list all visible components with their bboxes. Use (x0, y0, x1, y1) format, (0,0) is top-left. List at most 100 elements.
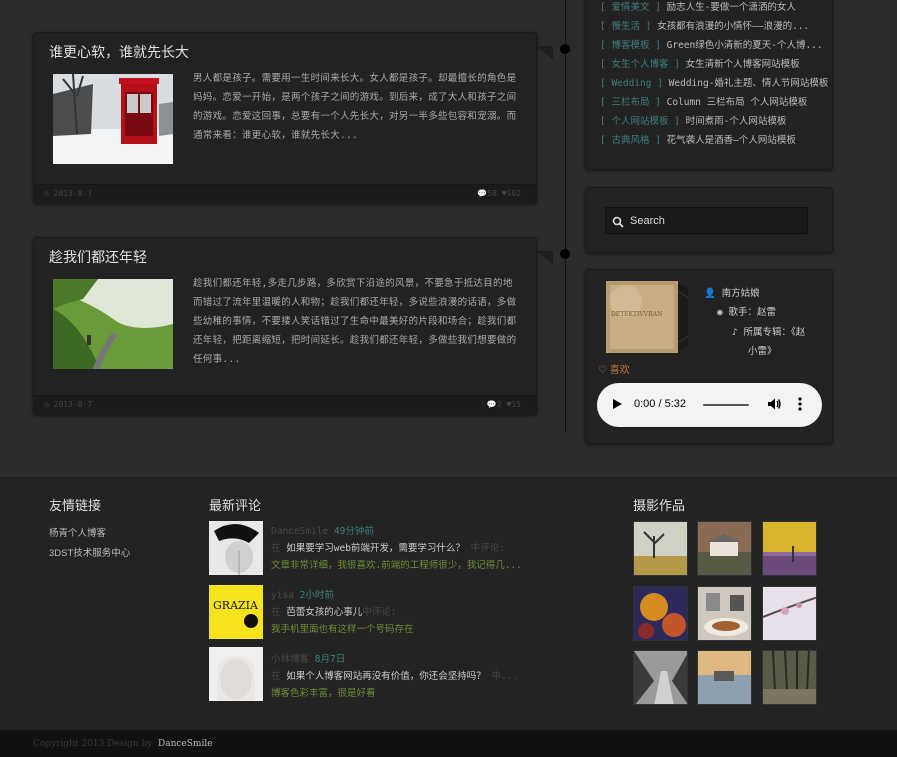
comment-user[interactable]: yisa (271, 590, 294, 601)
copyright-bar: Copyright 2013 Design by DanceSmile (0, 730, 897, 757)
comment-user[interactable]: DanceSmile (271, 526, 328, 537)
post-stats: 💬58 ♥102 (477, 189, 521, 198)
post-title[interactable]: 谁更心软，谁就先长大 (49, 42, 189, 62)
list-item-category[interactable]: [ Wedding ] (600, 78, 663, 89)
comment-time: 2小时前 (299, 590, 334, 601)
list-item[interactable]: [ 女生个人博客 ] 女生清新个人博客网站模板 (600, 55, 828, 74)
friend-link[interactable]: 3DST技术服务中心 (49, 545, 130, 559)
comment-time: 8月7日 (314, 654, 346, 665)
photo-thumbnail[interactable] (762, 650, 817, 705)
links-title: 友情链接 (49, 498, 102, 513)
photo-thumbnail[interactable] (697, 586, 752, 641)
post-excerpt: 趁我们都还年轻,多走几步路，多欣赏下沿途的风景，不要急于抵达目的地而错过了流年里… (193, 278, 517, 365)
list-item[interactable]: [ 三栏布局 ] Column 三栏布局 个人网站模板 (600, 93, 828, 112)
disc-icon: ◉ (717, 307, 723, 318)
comment-text: 我手机里面也有这样一个号码存在 (271, 624, 414, 635)
photo-thumbnail[interactable] (633, 650, 688, 705)
avatar[interactable] (209, 647, 263, 701)
post-meta: ◷ 2013-8-7 💬2 ♥15 (34, 395, 536, 414)
post-date-text: 2013-8-7 (53, 189, 93, 198)
comment-icon: 💬 (477, 189, 488, 198)
comment-user[interactable]: 小林博客 (271, 654, 309, 665)
post-thumbnail[interactable] (53, 74, 173, 164)
like-button[interactable]: ♡ 喜欢 (598, 361, 630, 376)
volume-icon[interactable] (767, 397, 781, 416)
comment-prefix: 在 (271, 671, 281, 682)
like-count: 102 (506, 189, 521, 198)
post-thumbnail[interactable] (53, 279, 173, 369)
list-item-title[interactable]: 时间煮雨-个人网站模板 (686, 116, 787, 127)
comment-target: 在 如果个人博客网站再没有价值，你还会坚持吗？ 中... (271, 668, 518, 682)
list-item-title[interactable]: 励志人生-要做一个潇洒的女人 (667, 2, 796, 13)
comment-body: 博客色彩丰富，很是好看 (271, 685, 376, 699)
more-options-icon[interactable] (798, 397, 802, 416)
post-meta: ◷ 2013-8-7 💬58 ♥102 (34, 184, 536, 203)
like-count: 15 (511, 400, 521, 409)
comment-post-link[interactable]: 如果个人博客网站再没有价值，你还会坚持吗？ (286, 671, 486, 682)
list-item-category[interactable]: [ 博客模板 ] (600, 40, 661, 51)
article-list-panel: [ 爱情美文 ] 励志人生-要做一个潇洒的女人 [ 慢生活 ] 女孩都有浪漫的小… (585, 0, 833, 170)
album-cover-title: DETEKTIVVRAN (611, 311, 663, 318)
list-item-title[interactable]: 女孩都有浪漫的小情怀——浪漫的... (657, 21, 809, 32)
comment-text: 博客色彩丰富，很是好看 (271, 688, 376, 699)
timeline-pointer (537, 251, 553, 265)
list-item-title[interactable]: Wedding-婚礼主题、情人节网站模板 (669, 78, 829, 89)
comment-body: 文章非常详细，我很喜欢.前端的工程师很少，我记得几... (271, 557, 522, 571)
comment-text: 文章非常详细，我很喜欢.前端的工程师很少，我记得几... (271, 560, 522, 571)
search-panel (585, 187, 833, 253)
list-item-category[interactable]: [ 爱情美文 ] (600, 2, 661, 13)
avatar[interactable]: GRAZIA (209, 585, 263, 639)
avatar[interactable] (209, 521, 263, 575)
timeline-dot (560, 249, 570, 259)
music-note-icon: ♪ (732, 327, 738, 338)
timeline-pointer (537, 46, 553, 60)
post-date: ◷ 2013-8-7 (44, 189, 92, 198)
comment-post-link[interactable]: 如果要学习web前端开发，需要学习什么？ (286, 543, 465, 554)
photo-thumbnail[interactable] (762, 586, 817, 641)
timeline-line (565, 0, 566, 432)
list-item[interactable]: [ 个人网站模板 ] 时间煮雨-个人网站模板 (600, 112, 828, 131)
audio-player: 0:00 / 5:32 (597, 383, 822, 427)
search-icon[interactable] (612, 215, 624, 233)
comment-meta: DanceSmile 49分钟前 (271, 523, 374, 537)
list-item-category[interactable]: [ 三栏布局 ] (600, 97, 661, 108)
photo-thumbnail[interactable] (633, 586, 688, 641)
comment-suffix: 中评论: (362, 607, 397, 618)
list-item-title[interactable]: 女生清新个人博客网站模板 (686, 59, 800, 70)
photo-thumbnail[interactable] (633, 521, 688, 576)
comment-target: 在 芭蕾女孩的心事儿中评论: (271, 604, 397, 618)
list-item[interactable]: [ 古典风格 ] 花气袭人是酒香—个人网站模板 (600, 131, 828, 150)
post-excerpt: 男人都是孩子。需要用一生时间来长大。女人都是孩子。却最擅长的角色是妈妈。恋爱一开… (193, 73, 517, 141)
list-item-title[interactable]: Green绿色小清新的夏天-个人博... (667, 40, 823, 51)
footer: 友情链接 杨青个人博客 3DST技术服务中心 最新评论 DanceSmile 4… (0, 477, 897, 730)
user-icon: 👤 (704, 288, 716, 299)
copyright-author[interactable]: DanceSmile (158, 739, 213, 749)
copyright-text: Copyright 2013 Design by (33, 739, 153, 749)
friend-link[interactable]: 杨青个人博客 (49, 525, 106, 539)
blog-post: 谁更心软，谁就先长大 男人都是孩子。需要用一生时间来长大。女人都是孩子。却最擅长… (33, 32, 537, 204)
clock-icon: ◷ (44, 400, 49, 409)
comment-icon: 💬 (486, 400, 497, 409)
list-item-title[interactable]: 花气袭人是酒香—个人网站模板 (667, 135, 796, 146)
comment-post-link[interactable]: 芭蕾女孩的心事儿 (286, 607, 362, 618)
list-item[interactable]: [ 爱情美文 ] 励志人生-要做一个潇洒的女人 (600, 0, 828, 17)
photo-thumbnail[interactable] (697, 650, 752, 705)
photo-thumbnail[interactable] (697, 521, 752, 576)
heart-icon: ♡ (598, 365, 607, 376)
list-item-category[interactable]: [ 慢生活 ] (600, 21, 651, 32)
list-item-category[interactable]: [ 古典风格 ] (600, 135, 661, 146)
list-item[interactable]: [ 博客模板 ] Green绿色小清新的夏天-个人博... (600, 36, 828, 55)
list-item-title[interactable]: Column 三栏布局 个人网站模板 (667, 97, 808, 108)
music-album: ♪ 所属专辑：《赵 小雷》 (732, 323, 827, 361)
list-item-category[interactable]: [ 个人网站模板 ] (600, 116, 680, 127)
list-item-category[interactable]: [ 女生个人博客 ] (600, 59, 680, 70)
audio-progress-bar[interactable] (703, 404, 749, 406)
comment-suffix: 中评论: (470, 543, 505, 554)
post-stats: 💬2 ♥15 (487, 400, 521, 409)
list-item[interactable]: [ 慢生活 ] 女孩都有浪漫的小情怀——浪漫的... (600, 17, 828, 36)
play-icon[interactable] (613, 399, 622, 409)
post-title[interactable]: 趁我们都还年轻 (49, 247, 147, 267)
photo-thumbnail[interactable] (762, 521, 817, 576)
list-item[interactable]: [ Wedding ] Wedding-婚礼主题、情人节网站模板 (600, 74, 828, 93)
search-input[interactable] (630, 212, 800, 230)
